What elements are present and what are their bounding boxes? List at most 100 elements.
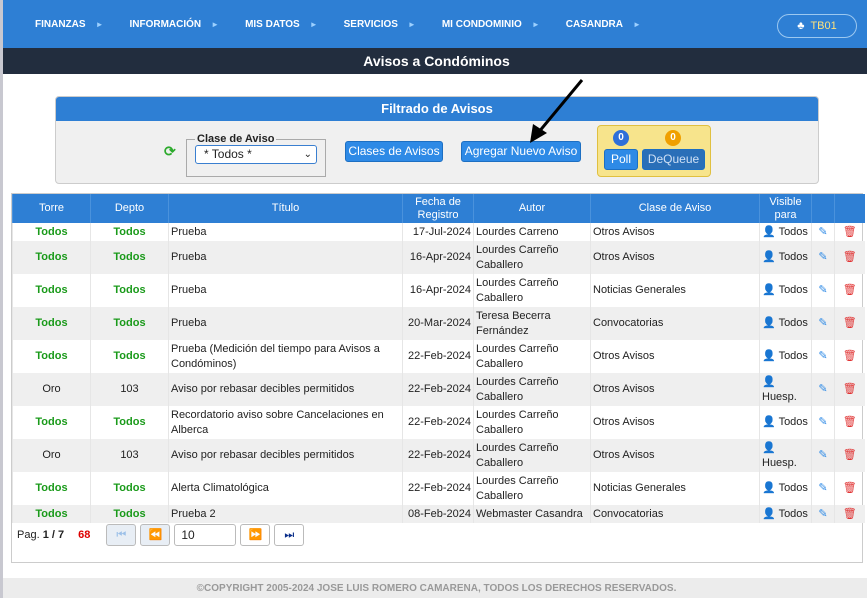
first-page-button[interactable]: ⏮	[106, 524, 137, 546]
clases-button[interactable]: Clases de Avisos	[345, 141, 443, 162]
table-row: Todos Todos Prueba 17-Jul-2024 Lourdes C…	[12, 223, 865, 241]
clase-cell: Noticias Generales	[590, 472, 760, 505]
trash-icon[interactable]: 🗑	[834, 241, 865, 274]
refresh-icon[interactable]: ⟳	[164, 143, 176, 160]
user-icon: 👤	[762, 251, 776, 263]
user-icon: 👤	[762, 507, 776, 520]
total-count: 68	[78, 529, 91, 541]
autor-cell: Lourdes Carreño Caballero	[473, 406, 591, 439]
poll-box: 0 0 Poll DeQueue	[597, 125, 711, 177]
page-size-input[interactable]: 10	[174, 524, 237, 546]
table-row: Todos Todos Prueba 2 08-Feb-2024 Webmast…	[12, 505, 865, 523]
nav-item[interactable]: FINANZAS ►	[35, 19, 103, 30]
pager: Pag. 1 / 7 68 ⏮ ⏪ 10 ⏩ ⏭	[12, 524, 305, 546]
torre-cell: Oro	[12, 439, 91, 472]
depto-cell: Todos	[90, 241, 169, 274]
trash-icon[interactable]: 🗑	[834, 406, 865, 439]
footer: ©COPYRIGHT 2005-2024 JOSE LUIS ROMERO CA…	[3, 578, 867, 598]
autor-cell: Webmaster Casandra	[473, 505, 591, 523]
depto-cell: 103	[90, 439, 169, 472]
org-icon: ♣	[797, 20, 805, 32]
visible-cell: 👤 Todos	[759, 274, 812, 307]
avisos-table: Torre Depto Título Fecha de Registro Autor Cl…	[11, 193, 865, 563]
edit-icon[interactable]: ✎	[811, 406, 835, 439]
clase-cell: Otros Avisos	[590, 223, 760, 241]
trash-icon[interactable]: 🗑	[834, 274, 865, 307]
titulo-cell: Prueba	[168, 274, 403, 307]
nav-item[interactable]: CASANDRA ►	[566, 19, 641, 30]
column-header: Depto	[90, 194, 169, 223]
autor-cell: Lourdes Carreño Caballero	[473, 340, 591, 373]
edit-icon[interactable]: ✎	[811, 340, 835, 373]
prev-page-button[interactable]: ⏪	[140, 524, 171, 546]
autor-cell: Lourdes Carreno	[473, 223, 591, 241]
edit-icon[interactable]: ✎	[811, 274, 835, 307]
visible-cell: 👤 Todos	[759, 307, 812, 340]
visible-cell: 👤 Huesp.	[759, 439, 812, 472]
torre-cell: Todos	[12, 472, 91, 505]
titulo-cell: Prueba 2	[168, 505, 403, 523]
torre-cell: Todos	[12, 274, 91, 307]
edit-icon[interactable]: ✎	[811, 373, 835, 406]
top-nav: FINANZAS ► INFORMACIÓN ► MIS DATOS ► SERVICIOS…	[3, 0, 867, 48]
clase-cell: Convocatorias	[590, 307, 760, 340]
visible-cell: 👤 Todos	[759, 505, 812, 523]
chevron-right-icon: ►	[407, 19, 416, 29]
fecha-cell: 16-Apr-2024	[402, 274, 474, 307]
edit-icon[interactable]: ✎	[811, 439, 835, 472]
torre-cell: Todos	[12, 340, 91, 373]
torre-cell: Todos	[12, 307, 91, 340]
table-row: Todos Todos Alerta Climatológica 22-Feb-…	[12, 472, 865, 505]
titulo-cell: Prueba	[168, 241, 403, 274]
nav-item[interactable]: INFORMACIÓN ►	[129, 19, 219, 30]
trash-icon[interactable]: 🗑	[834, 505, 865, 523]
nav-item[interactable]: SERVICIOS ►	[344, 19, 416, 30]
clase-cell: Otros Avisos	[590, 373, 760, 406]
edit-icon[interactable]: ✎	[811, 472, 835, 505]
visible-cell: 👤 Todos	[759, 340, 812, 373]
trash-icon[interactable]: 🗑	[834, 223, 865, 241]
torre-cell: Oro	[12, 373, 91, 406]
depto-cell: 103	[90, 373, 169, 406]
edit-icon[interactable]: ✎	[811, 307, 835, 340]
autor-cell: Lourdes Carreño Caballero	[473, 274, 591, 307]
edit-icon[interactable]: ✎	[811, 223, 835, 241]
edit-icon[interactable]: ✎	[811, 505, 835, 523]
depto-cell: Todos	[90, 505, 169, 523]
fecha-cell: 16-Apr-2024	[402, 241, 474, 274]
titulo-cell: Recordatorio aviso sobre Cancelaciones e…	[168, 406, 403, 439]
poll-count: 0	[613, 130, 629, 146]
edit-icon[interactable]: ✎	[811, 241, 835, 274]
clase-select[interactable]: * Todos * ⌄	[195, 145, 317, 164]
nav-item[interactable]: MI CONDOMINIO ►	[442, 19, 540, 30]
next-page-button[interactable]: ⏩	[240, 524, 271, 546]
trash-icon[interactable]: 🗑	[834, 472, 865, 505]
last-page-button[interactable]: ⏭	[274, 524, 305, 546]
trash-icon[interactable]: 🗑	[834, 307, 865, 340]
depto-cell: Todos	[90, 307, 169, 340]
user-icon: 👤	[762, 350, 776, 362]
autor-cell: Lourdes Carreño Caballero	[473, 373, 591, 406]
table-row: Todos Todos Prueba (Medición del tiempo …	[12, 340, 865, 373]
trash-icon[interactable]: 🗑	[834, 439, 865, 472]
chevron-right-icon: ►	[211, 19, 220, 29]
chevron-right-icon: ►	[633, 19, 641, 29]
clase-cell: Otros Avisos	[590, 406, 760, 439]
clase-cell: Convocatorias	[590, 505, 760, 523]
chevron-right-icon: ►	[531, 19, 540, 29]
table-row: Todos Todos Recordatorio aviso sobre Can…	[12, 406, 865, 439]
clase-cell: Otros Avisos	[590, 340, 760, 373]
trash-icon[interactable]: 🗑	[834, 373, 865, 406]
poll-button[interactable]: Poll	[604, 149, 638, 170]
fecha-cell: 22-Feb-2024	[402, 472, 474, 505]
nav-item[interactable]: MIS DATOS ►	[245, 19, 318, 30]
dequeue-button[interactable]: DeQueue	[642, 149, 705, 170]
user-icon: 👤	[762, 284, 776, 296]
autor-cell: Lourdes Carreño Caballero	[473, 472, 591, 505]
column-header: Fecha de Registro	[402, 194, 474, 223]
titulo-cell: Aviso por rebasar decibles permitidos	[168, 439, 403, 472]
agregar-aviso-button[interactable]: Agregar Nuevo Aviso	[461, 141, 581, 162]
trash-icon[interactable]: 🗑	[834, 340, 865, 373]
user-icon: 👤	[762, 375, 776, 388]
user-button[interactable]: ♣ TB01	[777, 14, 857, 38]
